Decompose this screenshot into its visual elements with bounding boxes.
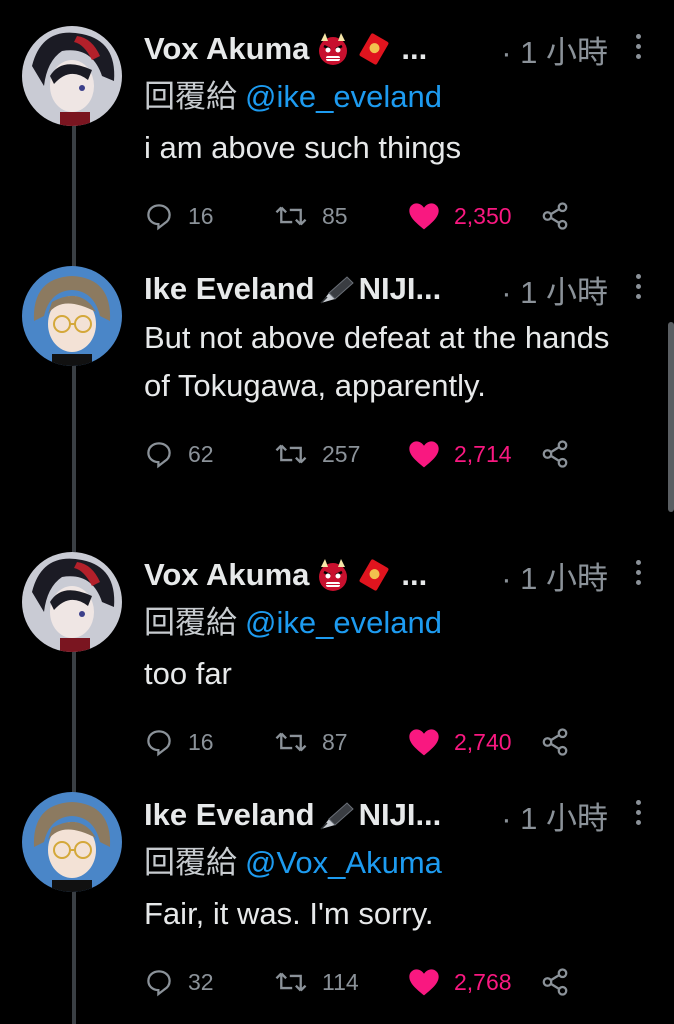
heart-icon xyxy=(409,969,439,996)
reply-count: 16 xyxy=(188,728,214,755)
thread-line xyxy=(72,646,76,794)
retweet-count: 85 xyxy=(322,202,348,229)
tweet-header: Vox Akuma ... · 1 小時 xyxy=(144,552,654,598)
reply-button[interactable]: 62 xyxy=(144,434,214,474)
like-button[interactable]: 2,350 xyxy=(408,196,512,236)
tweet-actions: 16 87 2,740 xyxy=(144,722,654,762)
reply-icon xyxy=(147,442,171,469)
name-truncation: NIJI... xyxy=(358,271,442,306)
like-button[interactable]: 2,714 xyxy=(408,434,512,474)
share-icon xyxy=(542,440,568,468)
tweet-header: Vox Akuma ... · 1 小時 xyxy=(144,26,654,72)
reply-prefix: 回覆給 xyxy=(144,605,237,640)
tweet-header: Ike Eveland NIJI... · 1 小時 xyxy=(144,792,654,838)
reply-to: 回覆給 @Vox_Akuma xyxy=(144,838,654,888)
reply-count: 32 xyxy=(188,968,214,995)
heart-icon xyxy=(409,441,439,468)
timestamp[interactable]: · 1 小時 xyxy=(501,267,608,312)
share-button[interactable] xyxy=(540,962,570,1002)
reply-prefix: 回覆給 xyxy=(144,845,237,880)
retweet-icon xyxy=(275,206,307,226)
share-icon xyxy=(542,202,568,230)
reply-handle-link[interactable]: @ike_eveland xyxy=(245,605,442,640)
display-name[interactable]: Vox Akuma xyxy=(144,31,309,67)
name-truncation: NIJI... xyxy=(358,797,442,832)
share-button[interactable] xyxy=(540,722,570,762)
timestamp[interactable]: · 1 小時 xyxy=(501,553,608,598)
timestamp[interactable]: · 1 小時 xyxy=(501,27,608,72)
avatar-ike[interactable] xyxy=(22,266,122,366)
share-icon xyxy=(542,728,568,756)
like-count: 2,350 xyxy=(454,202,512,229)
name-truncation: ... xyxy=(401,557,428,592)
reply-to: 回覆給 @ike_eveland xyxy=(144,72,654,122)
reply-count: 62 xyxy=(188,440,214,467)
fountain-pen-icon xyxy=(317,797,357,833)
fountain-pen-icon xyxy=(317,271,357,307)
share-icon xyxy=(542,968,568,996)
heart-icon xyxy=(409,729,439,756)
avatar-ike[interactable] xyxy=(22,792,122,892)
thread-line xyxy=(72,888,76,1024)
more-icon[interactable] xyxy=(636,274,642,304)
like-count: 2,714 xyxy=(454,440,512,467)
avatar-vox[interactable] xyxy=(22,26,122,126)
more-icon[interactable] xyxy=(636,800,642,830)
display-name[interactable]: Vox Akuma xyxy=(144,557,309,593)
tweet-text: But not above defeat at the hands of Tok… xyxy=(144,320,610,403)
retweet-icon xyxy=(275,732,307,752)
retweet-count: 114 xyxy=(322,968,359,995)
reply-icon xyxy=(147,970,171,997)
reply-handle-link[interactable]: @ike_eveland xyxy=(245,79,442,114)
tweet-text: i am above such things xyxy=(144,130,462,165)
name-truncation: ... xyxy=(401,31,428,66)
tweet-header: Ike Eveland NIJI... · 1 小時 xyxy=(144,266,654,312)
red-envelope-icon xyxy=(357,558,391,592)
oni-mask-icon xyxy=(315,31,351,67)
red-envelope-icon xyxy=(357,32,391,66)
retweet-button[interactable]: 87 xyxy=(274,722,348,762)
tweet-actions: 16 85 2,350 xyxy=(144,196,654,236)
reply-button[interactable]: 16 xyxy=(144,196,214,236)
retweet-icon xyxy=(275,972,307,992)
reply-handle-link[interactable]: @Vox_Akuma xyxy=(245,845,442,880)
reply-icon xyxy=(147,730,171,757)
tweet-actions: 32 114 2,768 xyxy=(144,962,654,1002)
reply-to: 回覆給 @ike_eveland xyxy=(144,598,654,648)
thread-line xyxy=(72,104,76,270)
retweet-button[interactable]: 85 xyxy=(274,196,348,236)
retweet-button[interactable]: 257 xyxy=(274,434,360,474)
tweet-text: Fair, it was. I'm sorry. xyxy=(144,896,434,931)
retweet-icon xyxy=(275,444,307,464)
retweet-count: 257 xyxy=(322,440,361,467)
scrollbar[interactable] xyxy=(668,322,674,512)
like-button[interactable]: 2,768 xyxy=(408,962,512,1002)
heart-icon xyxy=(409,203,439,230)
share-button[interactable] xyxy=(540,434,570,474)
display-name[interactable]: Ike Eveland xyxy=(144,797,315,833)
tweet-actions: 62 257 2,714 xyxy=(144,434,654,474)
reply-count: 16 xyxy=(188,202,214,229)
reply-icon xyxy=(147,204,171,231)
like-button[interactable]: 2,740 xyxy=(408,722,512,762)
timestamp[interactable]: · 1 小時 xyxy=(501,793,608,838)
tweet-text: too far xyxy=(144,656,232,691)
like-count: 2,768 xyxy=(454,968,512,995)
more-icon[interactable] xyxy=(636,560,642,590)
avatar-vox[interactable] xyxy=(22,552,122,652)
thread-line xyxy=(72,362,76,552)
retweet-button[interactable]: 114 xyxy=(274,962,359,1002)
display-name[interactable]: Ike Eveland xyxy=(144,271,315,307)
like-count: 2,740 xyxy=(454,728,512,755)
retweet-count: 87 xyxy=(322,728,348,755)
more-icon[interactable] xyxy=(636,34,642,64)
share-button[interactable] xyxy=(540,196,570,236)
reply-button[interactable]: 32 xyxy=(144,962,214,1002)
reply-button[interactable]: 16 xyxy=(144,722,214,762)
oni-mask-icon xyxy=(315,557,351,593)
reply-prefix: 回覆給 xyxy=(144,79,237,114)
